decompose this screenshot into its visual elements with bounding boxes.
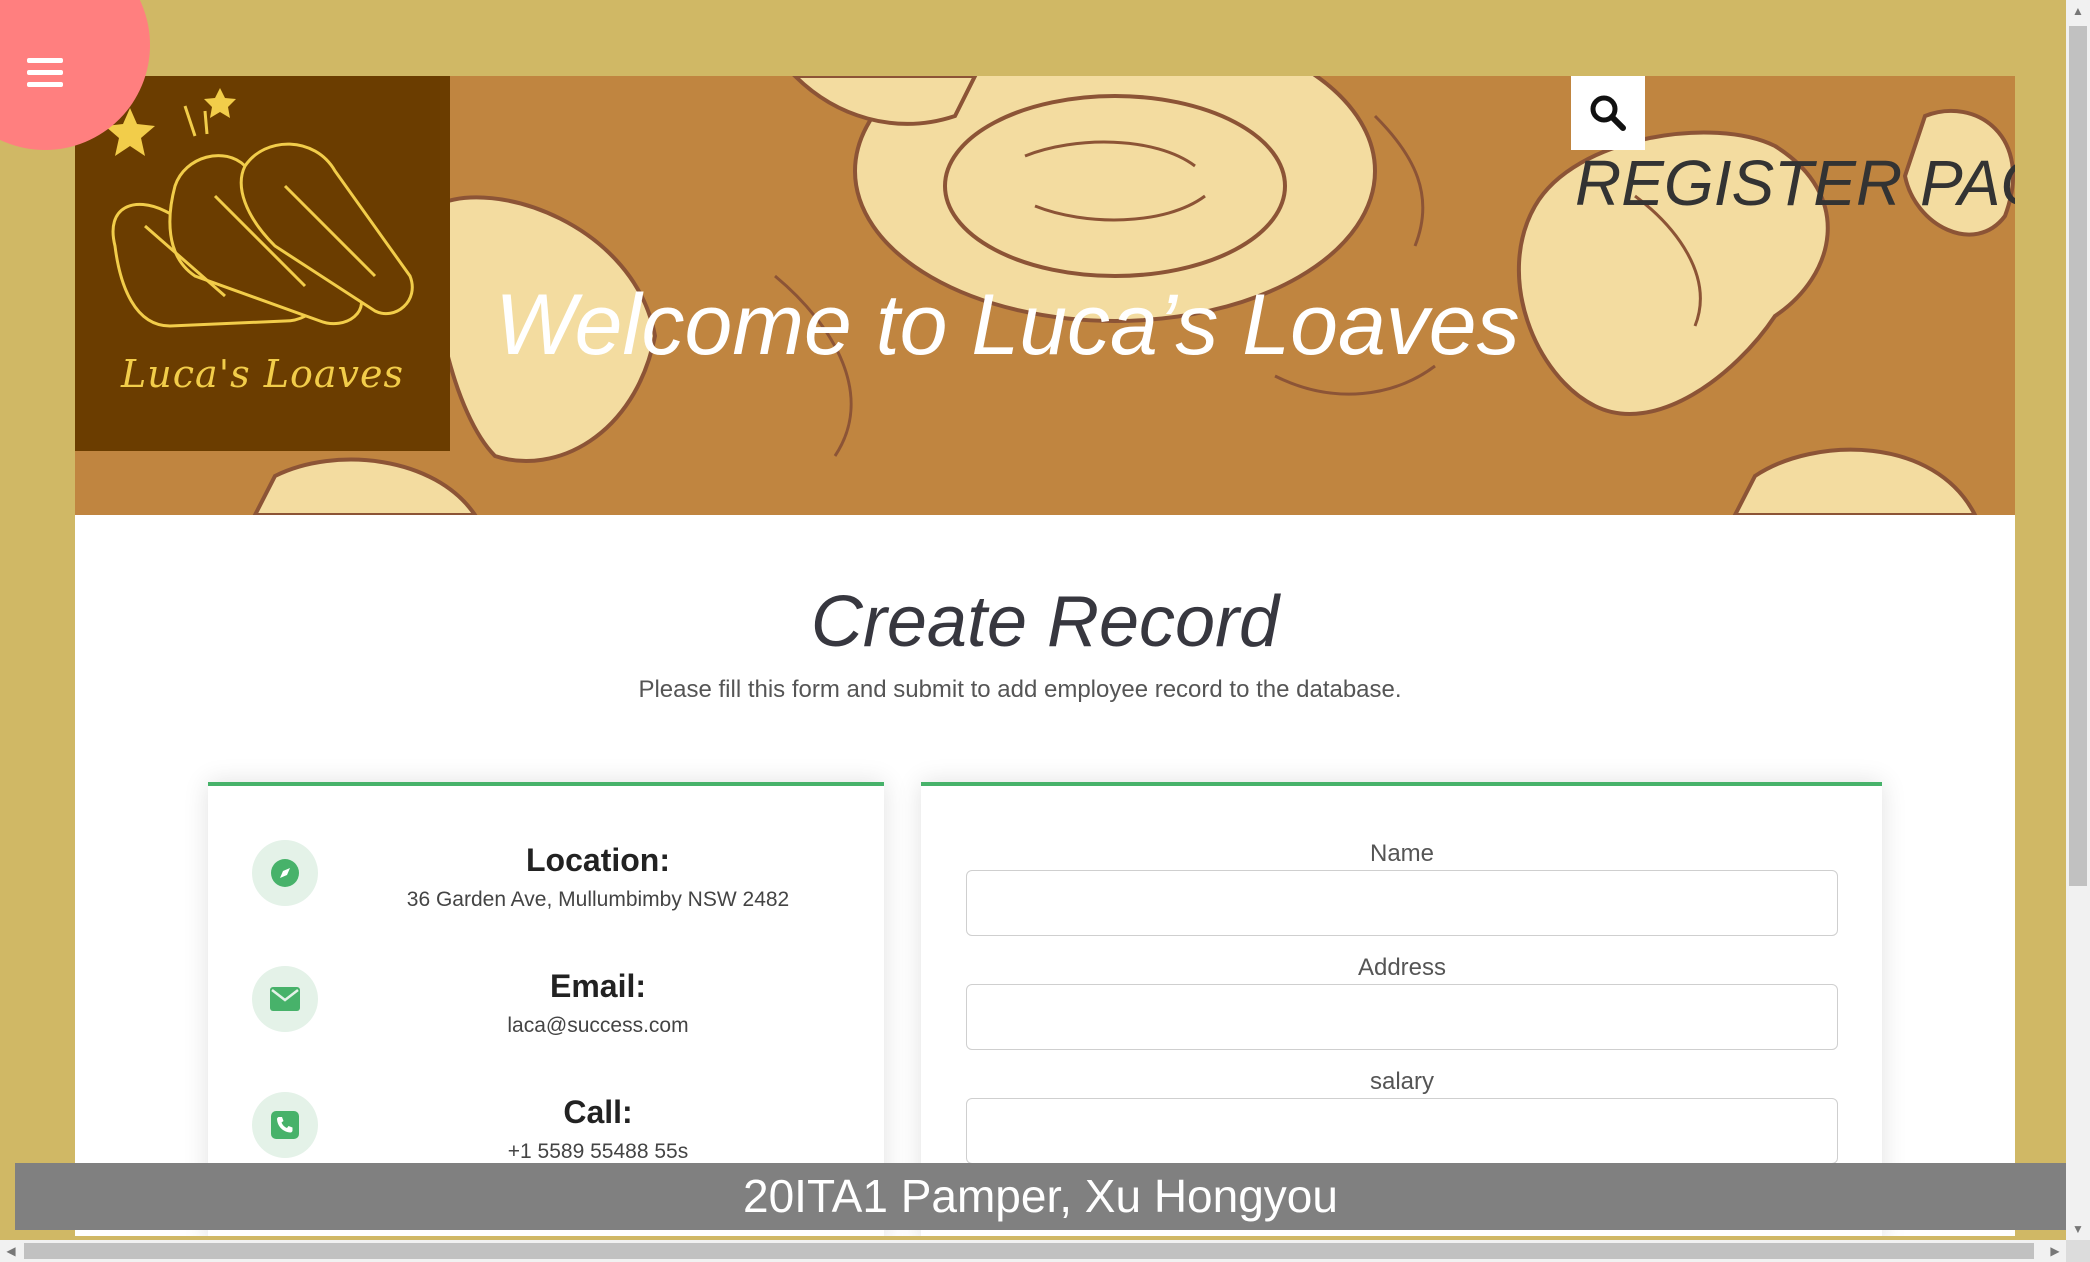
- salary-label: salary: [1369, 1068, 1435, 1095]
- contact-email: Email: laca@success.com: [208, 958, 884, 1068]
- main-container: Luca's Loaves REGISTER PAGE Welcome to L…: [75, 76, 2015, 1236]
- contact-location: Location: 36 Garden Ave, Mullumbimby NSW…: [208, 832, 884, 942]
- name-input[interactable]: [966, 870, 1838, 936]
- horizontal-scroll-thumb[interactable]: [24, 1243, 2034, 1259]
- page-label: REGISTER PAGE: [1575, 147, 2015, 219]
- welcome-heading: Welcome to Luca’s Loaves: [495, 277, 1520, 373]
- location-title: Location:: [526, 842, 670, 878]
- email-title: Email:: [549, 968, 647, 1004]
- section-title: Create Record: [810, 582, 1280, 662]
- name-label: Name: [1369, 840, 1435, 867]
- hero-banner: Luca's Loaves REGISTER PAGE Welcome to L…: [75, 76, 2015, 515]
- vertical-scrollbar[interactable]: ▲ ▼: [2066, 0, 2090, 1240]
- search-icon: [1590, 95, 1626, 131]
- phone-icon: [252, 1092, 318, 1158]
- scroll-right-arrow-icon[interactable]: ▶: [2044, 1240, 2066, 1262]
- scroll-down-arrow-icon[interactable]: ▼: [2066, 1218, 2090, 1240]
- scroll-left-arrow-icon[interactable]: ◀: [0, 1240, 22, 1262]
- hamburger-icon: [27, 58, 63, 88]
- call-text[interactable]: +1 5589 55488 55s: [358, 1140, 838, 1164]
- vertical-scroll-thumb[interactable]: [2069, 26, 2087, 886]
- bakery-logo[interactable]: Luca's Loaves: [75, 76, 450, 451]
- call-title: Call:: [563, 1094, 633, 1130]
- location-text: 36 Garden Ave, Mullumbimby NSW 2482: [406, 888, 790, 911]
- scroll-up-arrow-icon[interactable]: ▲: [2066, 0, 2090, 22]
- envelope-icon: [252, 966, 318, 1032]
- address-label: Address: [1357, 954, 1447, 981]
- section-subtitle: Please fill this form and submit to add …: [638, 676, 1402, 703]
- compass-icon: [252, 840, 318, 906]
- address-input[interactable]: [966, 984, 1838, 1050]
- scrollbar-corner: [2066, 1240, 2090, 1262]
- email-text[interactable]: laca@success.com: [358, 1014, 838, 1038]
- horizontal-scrollbar[interactable]: ◀ ▶: [0, 1240, 2066, 1262]
- salary-input[interactable]: [966, 1098, 1838, 1164]
- footer-credit-bar: 20ITA1 Pamper, Xu Hongyou: [15, 1163, 2066, 1230]
- search-button[interactable]: [1571, 76, 1645, 150]
- logo-text: Luca's Loaves: [121, 352, 404, 396]
